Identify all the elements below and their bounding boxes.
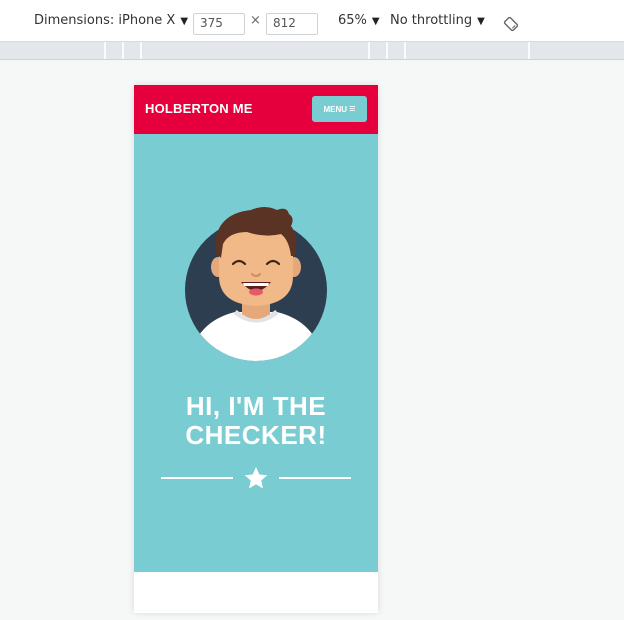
dimensions-label: Dimensions: iPhone X (34, 13, 176, 28)
site-header: HOLBERTON ME MENU ≡ (134, 85, 378, 134)
ruler-tick (386, 42, 388, 59)
hero-heading: HI, I'M THE CHECKER! (134, 392, 378, 450)
chevron-down-icon: ▼ (180, 16, 189, 27)
chevron-down-icon: ▼ (477, 16, 485, 27)
dimensions-dropdown[interactable]: Dimensions: iPhone X ▼ (34, 11, 188, 32)
chevron-down-icon: ▼ (371, 16, 380, 27)
star-icon (244, 467, 268, 489)
throttling-label: No throttling (390, 13, 473, 28)
star-divider (161, 467, 351, 489)
media-query-ruler[interactable] (0, 42, 624, 60)
device-viewport: HOLBERTON ME MENU ≡ HI, I'M THE CHECKER! (134, 85, 378, 613)
ruler-tick (104, 42, 106, 59)
times-icon: × (250, 13, 261, 28)
menu-button[interactable]: MENU ≡ (312, 96, 367, 122)
ruler-tick (404, 42, 406, 59)
devtools-device-toolbar: Dimensions: iPhone X ▼ 375 × 812 65% ▼ No … (0, 0, 624, 42)
brand-logo[interactable]: HOLBERTON ME (145, 101, 253, 116)
zoom-dropdown[interactable]: 65% ▼ (338, 11, 380, 32)
height-input[interactable]: 812 (266, 13, 318, 35)
hamburger-icon: ≡ (349, 103, 356, 115)
zoom-label: 65% (338, 13, 367, 28)
rotate-icon[interactable] (503, 16, 519, 32)
hero-heading-line2: CHECKER! (185, 420, 327, 450)
hero-section: HI, I'M THE CHECKER! (134, 134, 378, 572)
ruler-tick (140, 42, 142, 59)
ruler-tick (528, 42, 530, 59)
avatar-illustration (185, 207, 327, 361)
hero-heading-line1: HI, I'M THE (185, 391, 327, 421)
throttling-dropdown[interactable]: No throttling ▼ (390, 11, 485, 32)
ruler-tick (122, 42, 124, 59)
ruler-tick (368, 42, 370, 59)
width-input[interactable]: 375 (193, 13, 245, 35)
menu-label: MENU (323, 104, 348, 114)
